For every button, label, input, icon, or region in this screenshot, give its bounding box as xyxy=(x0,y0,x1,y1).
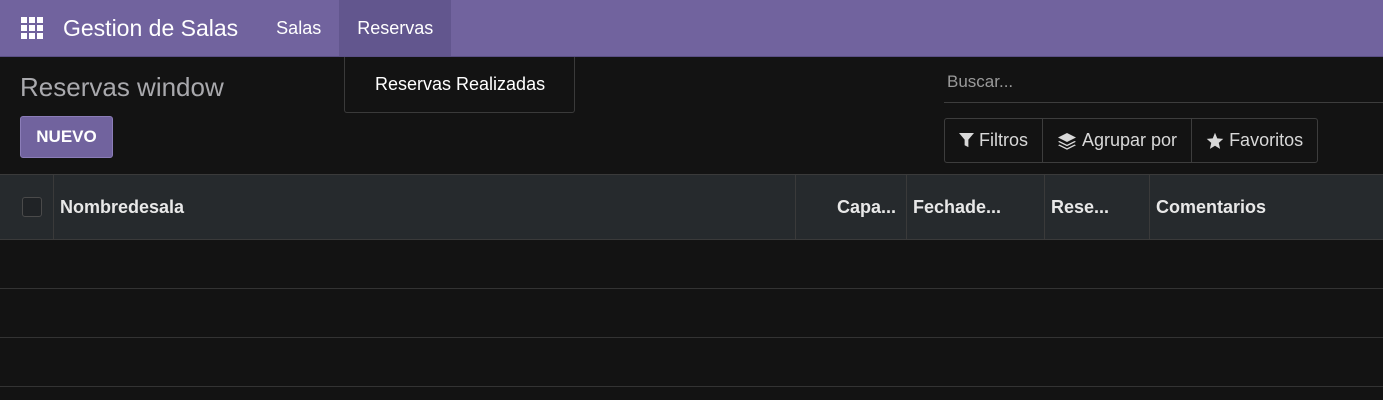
search-bar xyxy=(944,62,1383,103)
column-header-nombredesala[interactable]: Nombredesala xyxy=(54,175,796,239)
top-navbar: Gestion de Salas Salas Reservas xyxy=(0,0,1383,57)
page-title: Reservas window xyxy=(20,72,224,102)
search-options: Filtros Agrupar por Favoritos xyxy=(944,118,1319,163)
star-icon xyxy=(1206,132,1224,149)
favorites-button[interactable]: Favoritos xyxy=(1191,119,1317,162)
select-all-checkbox[interactable] xyxy=(22,197,42,217)
column-header-capacidad[interactable]: Capa... xyxy=(796,175,907,239)
table-row xyxy=(0,240,1383,289)
table-row xyxy=(0,289,1383,338)
layers-icon xyxy=(1058,132,1076,150)
menu-item-reservas-realizadas[interactable]: Reservas Realizadas xyxy=(345,74,545,95)
column-header-reservado[interactable]: Rese... xyxy=(1045,175,1150,239)
reservas-table: Nombredesala Capa... Fechade... Rese... … xyxy=(0,174,1383,387)
search-input[interactable] xyxy=(944,62,1367,102)
column-header-comentarios[interactable]: Comentarios xyxy=(1150,175,1383,239)
favorites-label: Favoritos xyxy=(1229,130,1304,150)
menu-reservas[interactable]: Reservas xyxy=(339,0,452,56)
select-all-cell xyxy=(0,175,54,239)
filters-button[interactable]: Filtros xyxy=(945,119,1042,162)
column-header-fecha[interactable]: Fechade... xyxy=(907,175,1045,239)
apps-grid-icon[interactable] xyxy=(5,0,59,56)
reservas-dropdown: Reservas Realizadas xyxy=(344,57,575,113)
group-by-button[interactable]: Agrupar por xyxy=(1042,119,1191,162)
app-title[interactable]: Gestion de Salas xyxy=(63,15,238,42)
new-button[interactable]: NUEVO xyxy=(20,116,113,158)
filter-icon xyxy=(959,133,974,148)
filters-label: Filtros xyxy=(979,130,1028,150)
table-row xyxy=(0,338,1383,387)
table-header: Nombredesala Capa... Fechade... Rese... … xyxy=(0,174,1383,240)
menu-salas[interactable]: Salas xyxy=(258,0,339,56)
group-by-label: Agrupar por xyxy=(1082,130,1178,150)
